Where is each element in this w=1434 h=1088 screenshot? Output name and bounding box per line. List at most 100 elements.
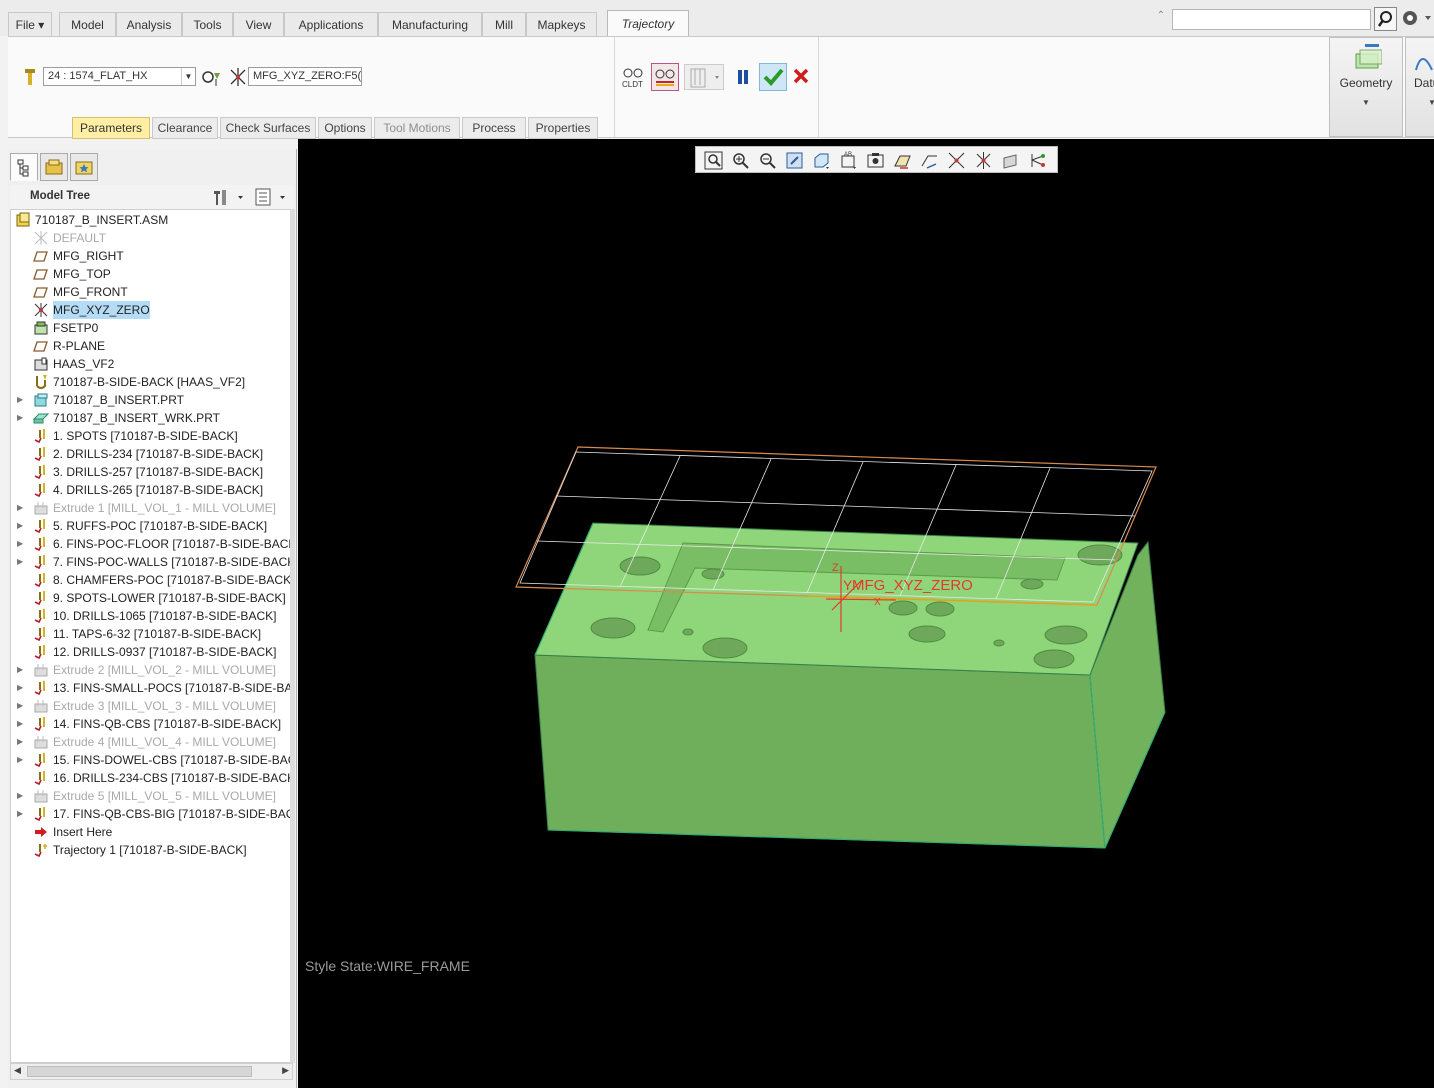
tab-analysis[interactable]: Analysis (116, 12, 182, 36)
tree-vertical-scrollbar[interactable] (290, 209, 295, 1063)
tree-node[interactable]: FSETP0 (11, 319, 292, 337)
subtab-check-surfaces[interactable]: Check Surfaces (220, 117, 316, 139)
search-button[interactable] (1374, 7, 1397, 31)
tab-view[interactable]: View (233, 12, 284, 36)
expand-arrow-icon[interactable]: ▶ (17, 535, 27, 553)
scroll-thumb[interactable] (27, 1066, 252, 1077)
tree-node[interactable]: 3. DRILLS-257 [710187-B-SIDE-BACK] (11, 463, 292, 481)
tree-node[interactable]: ▶ 7. FINS-POC-WALLS [710187-B-SIDE-BACK] (11, 553, 292, 571)
tree-node[interactable]: HAAS_VF2 (11, 355, 292, 373)
verify-dropdown-icon[interactable] (684, 64, 724, 90)
datum-group-button[interactable]: Datu ▼ (1405, 37, 1434, 137)
pause-icon[interactable] (734, 67, 758, 91)
scroll-left-icon[interactable]: ◀ (14, 1065, 21, 1076)
tab-trajectory[interactable]: Trajectory (607, 10, 689, 37)
tree-node[interactable]: 710187-B-SIDE-BACK [HAAS_VF2] (11, 373, 292, 391)
play-path-icon[interactable] (651, 63, 679, 91)
expand-arrow-icon[interactable]: ▶ (17, 697, 27, 715)
csys-icon[interactable] (226, 65, 250, 89)
tab-folder-browser[interactable] (40, 153, 68, 181)
tree-node[interactable]: 8. CHAMFERS-POC [710187-B-SIDE-BACK] (11, 571, 292, 589)
tab-favorites[interactable] (70, 153, 98, 181)
tab-applications[interactable]: Applications (284, 12, 378, 36)
expand-arrow-icon[interactable]: ▶ (17, 805, 27, 823)
subtab-properties[interactable]: Properties (528, 117, 598, 139)
tool-settings-icon[interactable] (200, 65, 224, 89)
scroll-right-icon[interactable]: ▶ (282, 1065, 289, 1076)
tree-node[interactable]: 2. DRILLS-234 [710187-B-SIDE-BACK] (11, 445, 292, 463)
expand-arrow-icon[interactable]: ▶ (17, 517, 27, 535)
tree-node[interactable]: ▶ 6. FINS-POC-FLOOR [710187-B-SIDE-BACK] (11, 535, 292, 553)
tab-manufacturing[interactable]: Manufacturing (378, 12, 482, 36)
expand-arrow-icon[interactable]: ▶ (17, 499, 27, 517)
tab-tools[interactable]: Tools (182, 12, 233, 36)
tree-node[interactable]: ▶ 5. RUFFS-POC [710187-B-SIDE-BACK] (11, 517, 292, 535)
tree-node[interactable]: Insert Here (11, 823, 292, 841)
tree-settings-icon[interactable] (210, 187, 246, 207)
tree-node[interactable]: ▶ 710187_B_INSERT_WRK.PRT (11, 409, 292, 427)
cancel-x-icon[interactable] (790, 66, 814, 90)
subtab-clearance[interactable]: Clearance (152, 117, 218, 139)
chevron-down-icon[interactable]: ▼ (1428, 98, 1434, 107)
show-columns-icon[interactable] (254, 187, 290, 207)
tab-mill[interactable]: Mill (482, 12, 526, 36)
search-input[interactable] (1172, 9, 1371, 30)
tree-node[interactable]: 710187_B_INSERT.ASM (11, 211, 292, 229)
cl-data-icon[interactable]: CLDT (620, 65, 646, 89)
tool-manager-icon[interactable] (20, 65, 44, 89)
tree-node[interactable]: ▶ Extrude 2 [MILL_VOL_2 - MILL VOLUME] (11, 661, 292, 679)
graphics-window[interactable]: AB Z Y X MFG_XYZ_ZERO Style State:WIRE_F… (298, 139, 1434, 1088)
tree-horizontal-scrollbar[interactable]: ◀ ▶ (10, 1063, 293, 1080)
expand-arrow-icon[interactable]: ▶ (17, 409, 27, 427)
tree-node[interactable]: MFG_RIGHT (11, 247, 292, 265)
tree-node[interactable]: ▶ Extrude 3 [MILL_VOL_3 - MILL VOLUME] (11, 697, 292, 715)
tree-node[interactable]: 1. SPOTS [710187-B-SIDE-BACK] (11, 427, 292, 445)
expand-arrow-icon[interactable]: ▶ (17, 391, 27, 409)
tree-node[interactable]: 11. TAPS-6-32 [710187-B-SIDE-BACK] (11, 625, 292, 643)
tree-node[interactable]: ▶ 17. FINS-QB-CBS-BIG [710187-B-SIDE-BACK… (11, 805, 292, 823)
help-icon[interactable] (1401, 9, 1433, 27)
tree-node[interactable]: MFG_TOP (11, 265, 292, 283)
tree-node[interactable]: 16. DRILLS-234-CBS [710187-B-SIDE-BACK] (11, 769, 292, 787)
subtab-process[interactable]: Process (462, 117, 526, 139)
tree-node[interactable]: ▶ Extrude 1 [MILL_VOL_1 - MILL VOLUME] (11, 499, 292, 517)
expand-arrow-icon[interactable]: ▶ (17, 733, 27, 751)
model-view[interactable]: Z Y X MFG_XYZ_ZERO (298, 139, 1434, 1088)
expand-arrow-icon[interactable]: ▶ (17, 679, 27, 697)
tab-model[interactable]: Model (59, 12, 116, 36)
tree-node[interactable]: ▶ 710187_B_INSERT.PRT (11, 391, 292, 409)
subtab-options[interactable]: Options (318, 117, 372, 139)
csys-icon (33, 302, 49, 318)
tree-node[interactable]: Trajectory 1 [710187-B-SIDE-BACK] (11, 841, 292, 859)
tree-node[interactable]: 4. DRILLS-265 [710187-B-SIDE-BACK] (11, 481, 292, 499)
tool-select[interactable]: 24 : 1574_FLAT_HX ▼ (43, 67, 196, 86)
expand-arrow-icon[interactable]: ▶ (17, 553, 27, 571)
tree-node[interactable]: 10. DRILLS-1065 [710187-B-SIDE-BACK] (11, 607, 292, 625)
csys-reference-field[interactable]: MFG_XYZ_ZERO:F5(C (248, 67, 362, 86)
tree-node[interactable]: ▶ Extrude 5 [MILL_VOL_5 - MILL VOLUME] (11, 787, 292, 805)
ok-check-icon[interactable] (759, 63, 787, 91)
tree-node[interactable]: ▶ 13. FINS-SMALL-POCS [710187-B-SIDE-BACK… (11, 679, 292, 697)
collapse-ribbon-icon[interactable]: ⌃ (1154, 10, 1168, 24)
expand-arrow-icon[interactable]: ▶ (17, 751, 27, 769)
geometry-group-button[interactable]: Geometry ▼ (1329, 37, 1403, 137)
tab-mapkeys[interactable]: Mapkeys (526, 12, 597, 36)
expand-arrow-icon[interactable]: ▶ (17, 715, 27, 733)
tree-node[interactable]: DEFAULT (11, 229, 292, 247)
expand-arrow-icon[interactable]: ▶ (17, 787, 27, 805)
tree-node[interactable]: ▶ 14. FINS-QB-CBS [710187-B-SIDE-BACK] (11, 715, 292, 733)
tree-node[interactable]: ▶ 15. FINS-DOWEL-CBS [710187-B-SIDE-BACK] (11, 751, 292, 769)
chevron-down-icon[interactable]: ▼ (1330, 98, 1402, 107)
tab-model-tree[interactable] (10, 153, 38, 181)
subtab-parameters[interactable]: Parameters (72, 117, 150, 139)
tree-node[interactable]: R-PLANE (11, 337, 292, 355)
chevron-down-icon[interactable]: ▼ (181, 68, 195, 85)
tree-node[interactable]: MFG_XYZ_ZERO (11, 301, 292, 319)
tree-node[interactable]: 12. DRILLS-0937 [710187-B-SIDE-BACK] (11, 643, 292, 661)
subtab-tool-motions[interactable]: Tool Motions (374, 117, 460, 139)
file-menu[interactable]: File ▾ (8, 12, 52, 36)
tree-node[interactable]: MFG_FRONT (11, 283, 292, 301)
expand-arrow-icon[interactable]: ▶ (17, 661, 27, 679)
tree-node[interactable]: ▶ Extrude 4 [MILL_VOL_4 - MILL VOLUME] (11, 733, 292, 751)
tree-node[interactable]: 9. SPOTS-LOWER [710187-B-SIDE-BACK] (11, 589, 292, 607)
